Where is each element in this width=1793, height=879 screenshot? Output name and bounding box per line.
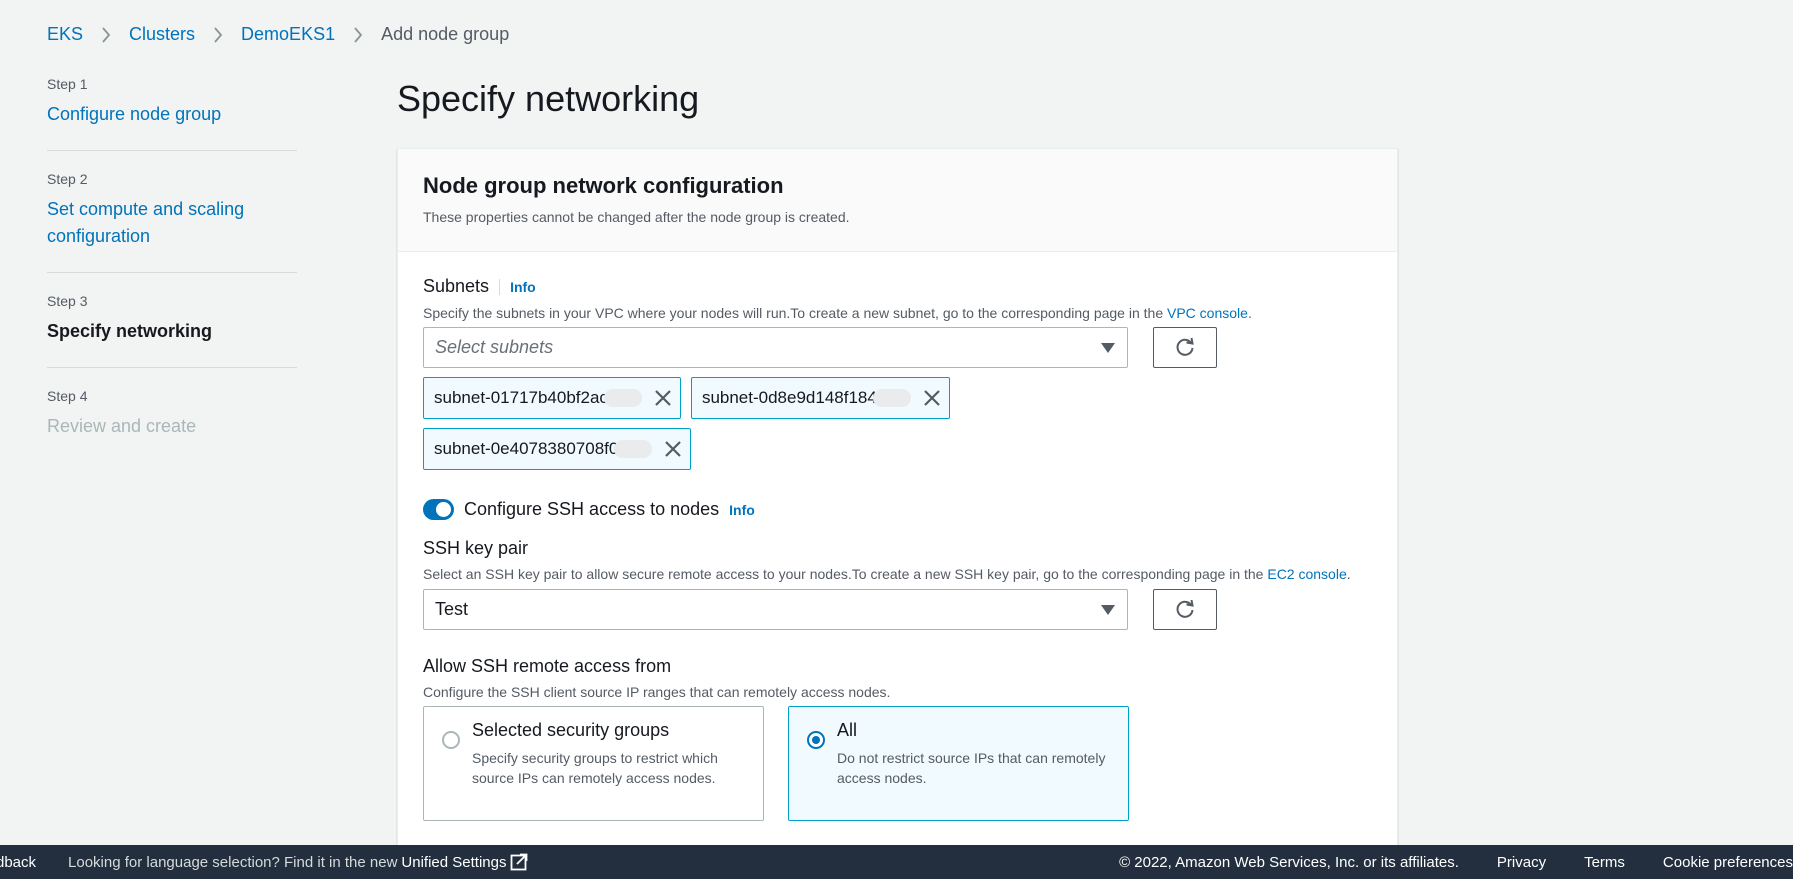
vpc-console-link[interactable]: VPC console	[1167, 305, 1248, 321]
breadcrumb-cluster-name[interactable]: DemoEKS1	[241, 24, 335, 45]
cookie-preferences-link[interactable]: Cookie preferences	[1663, 854, 1793, 871]
ssh-toggle-row: Configure SSH access to nodes Info	[423, 499, 1372, 520]
step-disabled-review-create: Review and create	[47, 416, 197, 436]
tile-all[interactable]: All Do not restrict source IPs that can …	[788, 706, 1129, 821]
unified-settings-label: Unified Settings	[401, 853, 507, 871]
subnets-description: Specify the subnets in your VPC where yo…	[423, 303, 1372, 323]
tile-description: Specify security groups to restrict whic…	[472, 750, 718, 786]
subnet-tokens: subnet-01717b40bf2ac subnet-0d8e9d148f18…	[423, 377, 1143, 479]
privacy-link[interactable]: Privacy	[1497, 854, 1546, 871]
ssh-key-select-row: Test	[423, 589, 1372, 630]
ssh-key-selected-value: Test	[435, 599, 469, 619]
subnet-token-label: subnet-0d8e9d148f184	[701, 388, 877, 407]
subnets-description-text: Specify the subnets in your VPC where yo…	[423, 305, 1167, 321]
subnets-description-suffix: .	[1247, 305, 1252, 321]
tile-selected-security-groups[interactable]: Selected security groups Specify securit…	[423, 706, 764, 821]
step-current-specify-networking: Specify networking	[47, 321, 213, 341]
wizard-step-3: Step 3 Specify networking	[47, 293, 297, 368]
ssh-toggle-label: Configure SSH access to nodes	[464, 499, 720, 519]
subnet-token-label: subnet-01717b40bf2ac	[434, 388, 608, 407]
chevron-right-icon	[101, 26, 111, 43]
panel-body: Subnets Info Specify the subnets in your…	[398, 252, 1397, 821]
ssh-access-tiles: Selected security groups Specify securit…	[423, 706, 1372, 821]
step-link-compute-scaling[interactable]: Set compute and scaling configuration	[47, 196, 297, 250]
ssh-access-label: Allow SSH remote access from	[423, 656, 672, 676]
language-notice-text: Looking for language selection? Find it …	[68, 853, 398, 871]
feedback-link[interactable]: dback	[0, 854, 36, 871]
refresh-icon	[1176, 337, 1194, 356]
subnets-select-placeholder: Select subnets	[435, 337, 554, 357]
step-link-configure-node-group[interactable]: Configure node group	[47, 101, 297, 128]
language-notice: Looking for language selection? Find it …	[68, 853, 528, 871]
redacted-mark	[603, 389, 642, 407]
tile-title: All	[837, 720, 858, 740]
subnet-token-label: subnet-0e4078380708f0	[434, 439, 619, 458]
subnet-token: subnet-01717b40bf2ac	[423, 377, 681, 419]
tile-content: Selected security groups Specify securit…	[472, 720, 747, 810]
chevron-right-icon	[213, 26, 223, 43]
ssh-key-select[interactable]: Test	[423, 589, 1128, 630]
wizard-steps: Step 1 Configure node group Step 2 Set c…	[47, 76, 297, 482]
wizard-step-4: Step 4 Review and create	[47, 388, 297, 462]
subnets-info-link[interactable]: Info	[499, 278, 536, 295]
footer-right: © 2022, Amazon Web Services, Inc. or its…	[1119, 854, 1793, 871]
ssh-toggle-info-link[interactable]: Info	[729, 502, 755, 518]
tile-title: Selected security groups	[472, 720, 670, 740]
tile-content: All Do not restrict source IPs that can …	[837, 720, 1112, 810]
console-footer: dback Looking for language selection? Fi…	[0, 845, 1793, 879]
ec2-console-link[interactable]: EC2 console	[1267, 566, 1346, 582]
step-number: Step 2	[47, 171, 88, 187]
redacted-mark	[872, 389, 911, 407]
step-number: Step 4	[47, 388, 88, 404]
toggle-knob	[436, 502, 451, 517]
redacted-mark	[614, 440, 653, 458]
unified-settings-link[interactable]: Unified Settings	[401, 853, 528, 871]
ssh-access-description: Configure the SSH client source IP range…	[423, 684, 891, 700]
tile-description: Do not restrict source IPs that can remo…	[837, 750, 1106, 786]
breadcrumb: EKS Clusters DemoEKS1 Add node group	[47, 24, 509, 45]
radio-button[interactable]	[442, 731, 460, 749]
terms-link[interactable]: Terms	[1584, 854, 1625, 871]
ssh-access-label-row: Allow SSH remote access from	[423, 656, 1372, 677]
wizard-step-1: Step 1 Configure node group	[47, 76, 297, 151]
breadcrumb-eks[interactable]: EKS	[47, 24, 83, 45]
ssh-access-toggle[interactable]	[423, 499, 454, 520]
ssh-key-label-row: SSH key pair	[423, 538, 1372, 559]
wizard-step-2: Step 2 Set compute and scaling configura…	[47, 171, 297, 273]
ssh-key-label: SSH key pair	[423, 538, 529, 558]
panel-title: Node group network configuration	[423, 173, 784, 198]
subnets-select-row: Select subnets	[423, 327, 1372, 368]
subnet-token: subnet-0d8e9d148f184	[690, 377, 950, 419]
caret-down-icon	[1101, 604, 1115, 615]
ssh-key-refresh-button[interactable]	[1153, 589, 1217, 630]
external-link-icon	[511, 853, 528, 871]
network-config-panel: Node group network configuration These p…	[397, 148, 1398, 848]
ssh-key-description-text: Select an SSH key pair to allow secure r…	[423, 566, 1268, 582]
ssh-key-description-suffix: .	[1346, 566, 1351, 582]
subnets-label-row: Subnets Info	[423, 276, 1372, 297]
step-number: Step 3	[47, 293, 88, 309]
radio-button-checked[interactable]	[807, 731, 825, 749]
ssh-key-description: Select an SSH key pair to allow secure r…	[423, 564, 1372, 584]
breadcrumb-clusters[interactable]: Clusters	[129, 24, 195, 45]
subnets-select[interactable]: Select subnets	[423, 327, 1128, 368]
breadcrumb-current: Add node group	[381, 24, 510, 44]
subnets-refresh-button[interactable]	[1153, 327, 1217, 368]
panel-description: These properties cannot be changed after…	[423, 209, 850, 225]
step-number: Step 1	[47, 76, 88, 92]
remove-token-icon[interactable]	[923, 389, 941, 407]
panel-header: Node group network configuration These p…	[398, 149, 1397, 252]
chevron-right-icon	[353, 26, 363, 43]
subnets-label: Subnets	[423, 276, 490, 296]
copyright: © 2022, Amazon Web Services, Inc. or its…	[1119, 853, 1459, 871]
refresh-icon	[1176, 599, 1194, 618]
caret-down-icon	[1101, 342, 1115, 353]
remove-token-icon[interactable]	[664, 440, 682, 458]
subnet-token: subnet-0e4078380708f0	[423, 428, 692, 470]
page-title: Specify networking	[397, 78, 700, 119]
remove-token-icon[interactable]	[654, 389, 672, 407]
